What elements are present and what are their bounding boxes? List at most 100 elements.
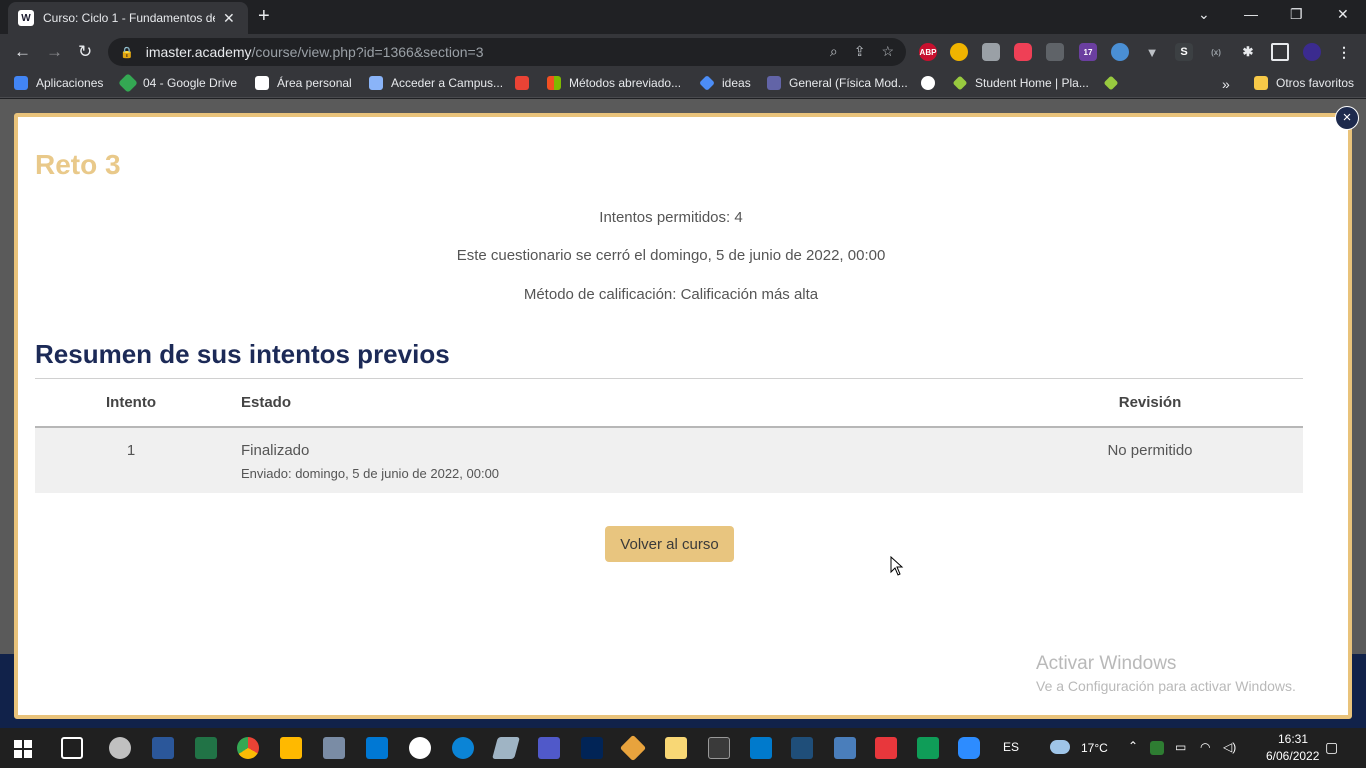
extension-screenshot-icon[interactable]	[982, 43, 1000, 61]
window-app-icon[interactable]	[366, 737, 388, 759]
column-header-review: Revisión	[997, 378, 1303, 428]
bookmark-campus[interactable]: Acceder a Campus...	[369, 76, 503, 90]
extension-badge-icon[interactable]: 17	[1079, 43, 1097, 61]
extension-globe-icon[interactable]	[1111, 43, 1129, 61]
bookmark-gmail[interactable]	[515, 76, 537, 90]
bookmark-student-home[interactable]: Student Home | Pla...	[952, 75, 1089, 91]
windows-taskbar: ES 17°C ⌃ ▭ ◠ ◁) 16:31 6/06/2022 ▢	[0, 728, 1366, 768]
back-arrow-icon[interactable]: ←	[14, 42, 31, 62]
store-icon[interactable]	[280, 737, 302, 759]
powershell-icon[interactable]	[581, 737, 603, 759]
language-indicator[interactable]: ES	[1003, 740, 1019, 754]
excel-icon[interactable]	[195, 737, 217, 759]
tab-search-icon[interactable]: ⌄	[1198, 6, 1210, 23]
clock-date[interactable]: 6/06/2022	[1266, 749, 1319, 763]
word-icon[interactable]	[152, 737, 174, 759]
bookmark-teams-general[interactable]: General (Física Mod...	[767, 76, 908, 90]
reload-icon[interactable]: ↻	[78, 42, 92, 62]
side-panel-icon[interactable]	[1271, 43, 1289, 61]
remote-desktop-icon[interactable]	[834, 737, 856, 759]
minimize-icon[interactable]: —	[1244, 6, 1258, 22]
zoom-icon[interactable]	[958, 737, 980, 759]
microsoft-icon	[547, 76, 561, 90]
bookmark-github[interactable]	[921, 76, 943, 90]
matlab-icon[interactable]	[791, 737, 813, 759]
notepad-icon[interactable]	[492, 737, 520, 759]
clock-time[interactable]: 16:31	[1278, 732, 1308, 746]
activate-windows-title: Activar Windows	[1036, 653, 1177, 674]
column-header-attempt: Intento	[35, 378, 227, 428]
platzi-icon	[952, 75, 968, 91]
tab-title: Curso: Ciclo 1 - Fundamentos de	[43, 11, 215, 25]
pocket-icon[interactable]	[1014, 43, 1032, 61]
chat-icon[interactable]	[917, 737, 939, 759]
tab-close-icon[interactable]: ✕	[223, 10, 235, 27]
windows-start-icon[interactable]	[14, 740, 32, 758]
share-icon[interactable]: ⇪	[854, 43, 866, 60]
bookmark-ideas[interactable]: ideas	[699, 75, 751, 91]
window-close-icon[interactable]: ✕	[1337, 6, 1349, 23]
tray-app-icon[interactable]	[1150, 741, 1164, 755]
extension-camera-icon[interactable]	[1046, 43, 1064, 61]
lock-icon: 🔒	[120, 46, 134, 59]
paint-icon[interactable]	[109, 737, 131, 759]
attempt-submitted-date: Enviado: domingo, 5 de junio de 2022, 00…	[241, 465, 500, 481]
weather-temperature[interactable]: 17°C	[1081, 741, 1108, 755]
bookmarks-overflow-icon[interactable]: »	[1222, 76, 1230, 92]
chrome-icon[interactable]	[237, 737, 259, 759]
notifications-icon[interactable]: ▢	[1325, 739, 1338, 756]
gnu-icon[interactable]	[409, 737, 431, 759]
task-view-icon[interactable]	[61, 737, 83, 759]
terminal-icon[interactable]	[708, 737, 730, 759]
mouse-cursor-icon	[890, 556, 904, 576]
bookmark-platzi[interactable]	[1103, 75, 1126, 91]
profile-avatar[interactable]	[1303, 43, 1321, 61]
adblock-plus-icon[interactable]: ABP	[919, 43, 937, 61]
anydesk-icon[interactable]	[875, 737, 897, 759]
weather-cloud-icon[interactable]	[1050, 740, 1070, 754]
back-to-course-button[interactable]: Volver al curso	[605, 526, 734, 562]
quiz-closed-date: Este cuestionario se cerró el domingo, 5…	[456, 247, 886, 264]
volume-icon[interactable]: ◁)	[1223, 740, 1236, 754]
teams-icon[interactable]	[538, 737, 560, 759]
tray-chevron-icon[interactable]: ⌃	[1128, 739, 1138, 753]
github-icon	[921, 76, 935, 90]
firefox-icon[interactable]	[452, 737, 474, 759]
menu-kebab-icon[interactable]: ⋮	[1335, 43, 1353, 61]
attempt-state-cell: Finalizado Enviado: domingo, 5 de junio …	[227, 426, 997, 493]
network-icon[interactable]	[323, 737, 345, 759]
extension-v-icon[interactable]: ▼	[1143, 43, 1161, 61]
extension-x-icon[interactable]: (x)	[1207, 43, 1225, 61]
site-favicon-icon: W	[18, 10, 34, 26]
new-tab-icon[interactable]: +	[258, 6, 270, 26]
bookmark-metodos[interactable]: Métodos abreviado...	[547, 76, 681, 90]
url-path: /course/view.php?id=1366&section=3	[251, 44, 484, 60]
browser-toolbar: ← → ↻ 🔒 imaster.academy/course/view.php?…	[0, 34, 1366, 70]
moodle-icon	[255, 76, 269, 90]
browser-tab[interactable]: W Curso: Ciclo 1 - Fundamentos de ✕	[8, 2, 248, 34]
modal-close-button[interactable]: ×	[1335, 106, 1359, 130]
vscode-icon[interactable]	[750, 737, 772, 759]
gmail-icon	[515, 76, 529, 90]
bookmark-area-personal[interactable]: Área personal	[255, 76, 352, 90]
bookmark-apps[interactable]: Aplicaciones	[14, 76, 103, 90]
extension-coin-icon[interactable]	[950, 43, 968, 61]
bookmark-star-icon[interactable]: ☆	[881, 43, 894, 60]
bookmark-google-drive[interactable]: 04 - Google Drive	[118, 73, 237, 93]
battery-icon[interactable]: ▭	[1175, 740, 1186, 754]
zoom-icon[interactable]: ⌕	[830, 43, 838, 60]
file-explorer-icon[interactable]	[665, 737, 687, 759]
extensions-puzzle-icon[interactable]: ✱	[1239, 43, 1257, 61]
platzi-icon	[1103, 75, 1119, 91]
wifi-icon[interactable]: ◠	[1200, 740, 1210, 754]
diamond-icon	[699, 75, 715, 91]
restore-icon[interactable]: ❐	[1290, 6, 1303, 23]
forward-arrow-icon[interactable]: →	[46, 42, 63, 62]
address-bar[interactable]: 🔒 imaster.academy/course/view.php?id=136…	[108, 38, 906, 66]
table-header-row: Intento Estado Revisión	[35, 378, 1303, 428]
campus-icon	[369, 76, 383, 90]
extension-s-icon[interactable]: S	[1175, 43, 1193, 61]
git-icon[interactable]	[619, 734, 647, 762]
teams-icon	[767, 76, 781, 90]
bookmark-otros-favoritos[interactable]: Otros favoritos	[1254, 76, 1354, 90]
